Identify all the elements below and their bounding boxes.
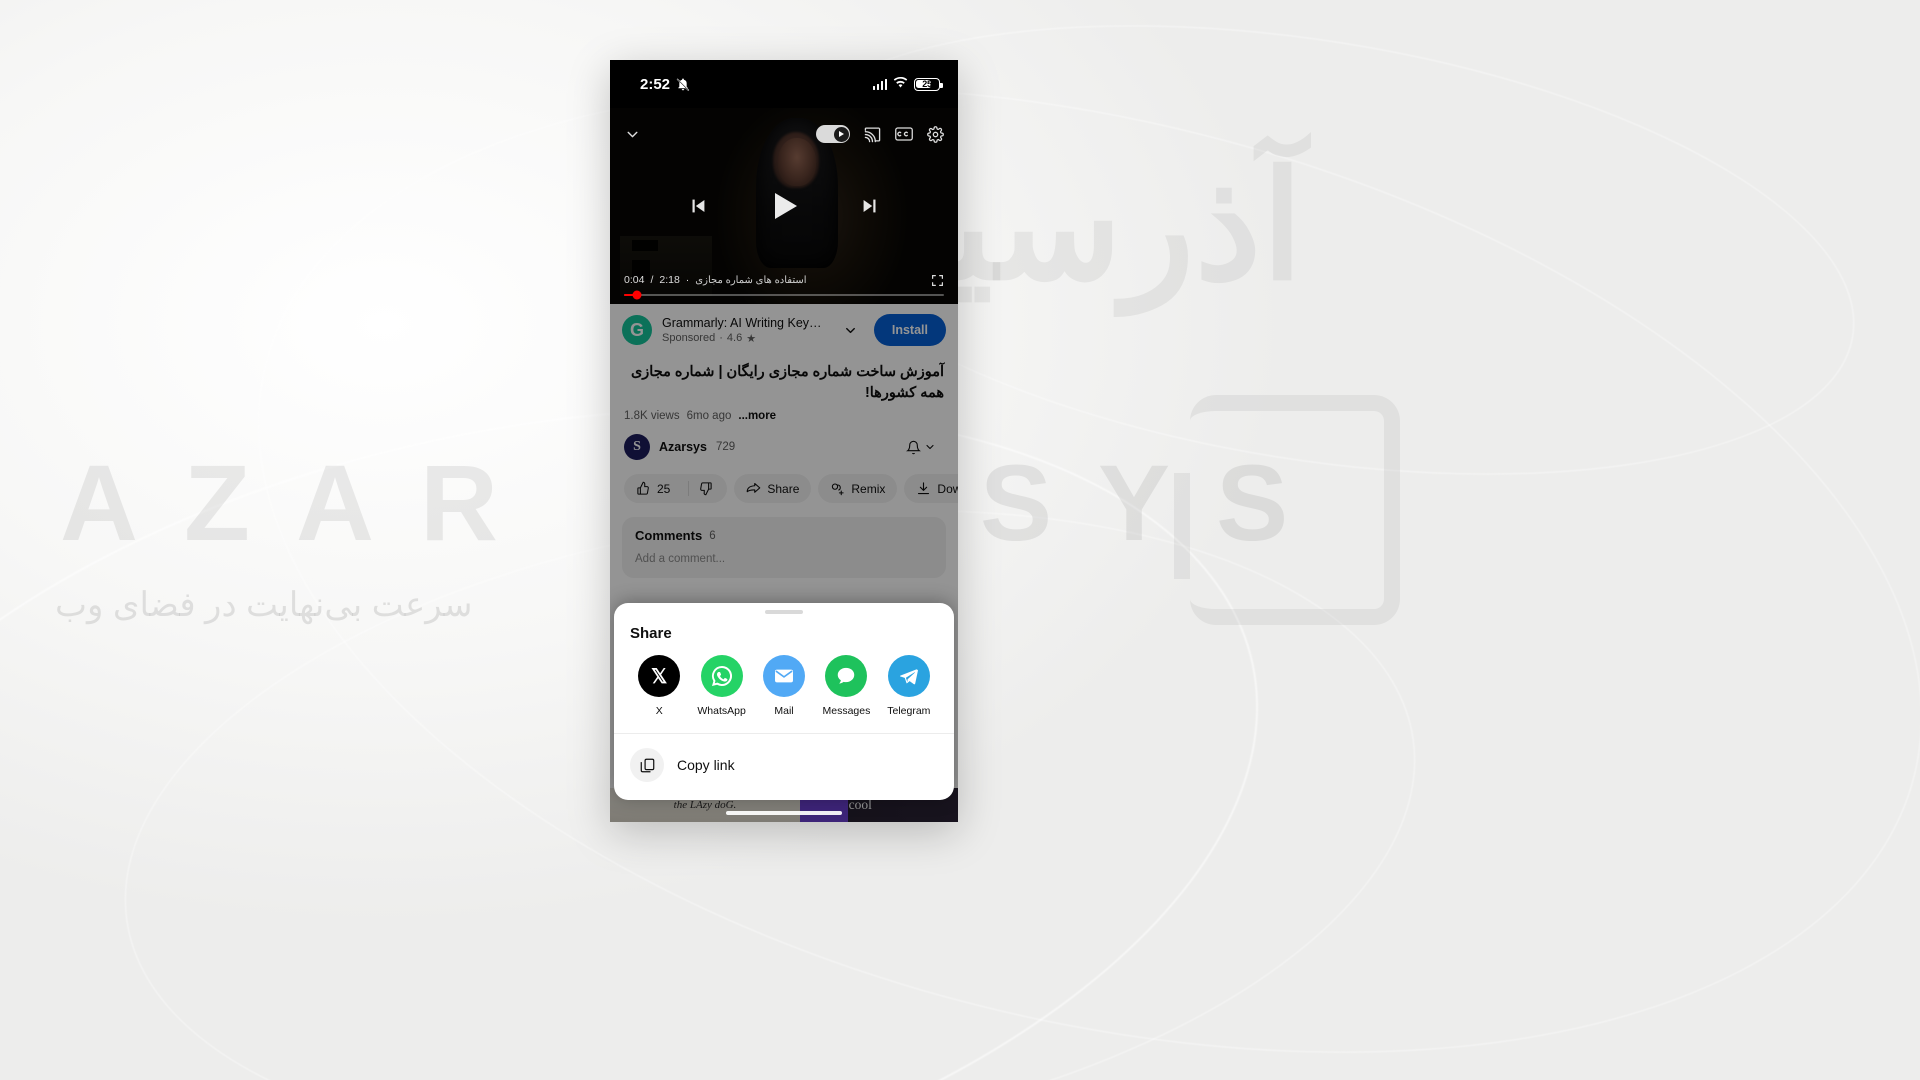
action-chip-row: 25 Share Remix Download [610, 460, 958, 504]
remix-label: Remix [851, 481, 886, 496]
closed-captions-icon[interactable] [895, 127, 913, 141]
copy-link-label: Copy link [677, 757, 735, 773]
comments-section[interactable]: Comments 6 Add a comment... [622, 517, 946, 579]
play-icon[interactable] [771, 193, 797, 219]
grammarly-logo-icon: G [622, 315, 652, 345]
chevron-down-icon[interactable] [624, 126, 641, 143]
wallpaper-logo-mark [1174, 395, 1400, 625]
share-target-label: Messages [822, 705, 871, 717]
star-icon: ★ [746, 332, 757, 345]
share-button[interactable]: Share [734, 474, 812, 504]
cast-icon[interactable] [864, 126, 881, 143]
video-progress-bar[interactable] [624, 290, 944, 300]
share-sheet[interactable]: Share 𝕏 X WhatsApp Mail Messages Telegra… [614, 603, 954, 800]
status-bar: 2:52 25 [610, 60, 958, 108]
whatsapp-icon [700, 655, 743, 697]
ad-title: Grammarly: AI Writing Keyboard [662, 315, 828, 330]
player-time-separator: / [650, 274, 654, 286]
gear-icon[interactable] [927, 125, 944, 143]
next-track-icon[interactable] [859, 195, 881, 217]
status-time: 2:52 [640, 75, 671, 93]
screenshot-root: آذرسیس AZAR SYS سرعت بی‌نهایت در فضای وب… [0, 0, 1920, 1080]
copy-icon [630, 748, 664, 782]
avatar: S [624, 434, 650, 461]
share-target-label: Telegram [887, 705, 931, 717]
upload-age: 6mo ago [686, 410, 732, 423]
channel-row[interactable]: S Azarsys 729 [610, 422, 958, 461]
more-link[interactable]: ...more [738, 410, 776, 422]
messages-icon [825, 655, 868, 697]
download-icon [918, 482, 930, 495]
notification-bell-button[interactable] [898, 435, 944, 460]
add-comment-input[interactable]: Add a comment... [635, 553, 933, 565]
subscriber-count: 729 [715, 441, 736, 454]
remix-button[interactable]: Remix [818, 474, 898, 504]
wifi-icon [893, 75, 908, 93]
share-target-label: Mail [774, 705, 794, 717]
share-app-row: 𝕏 X WhatsApp Mail Messages Telegram [614, 642, 954, 733]
share-target-label: X [655, 705, 663, 717]
telegram-icon [887, 655, 930, 697]
fullscreen-icon[interactable] [931, 274, 944, 287]
comments-title: Comments [635, 528, 703, 544]
sponsored-ad-banner[interactable]: G Grammarly: AI Writing Keyboard Sponsor… [610, 304, 958, 356]
download-label: Download [937, 481, 958, 496]
player-top-bar [610, 108, 958, 160]
video-player[interactable]: 0:04 / 2:18 · استفاده های شماره مجازی [610, 108, 958, 304]
player-center-controls [610, 193, 958, 219]
player-duration: 2:18 [659, 274, 680, 286]
channel-name[interactable]: Azarsys [659, 440, 707, 454]
chevron-down-icon[interactable] [838, 317, 864, 343]
phone-screenshot: 2:52 25 0:04 / 2:18 · استفاده های شماره … [610, 60, 958, 822]
share-target-mail[interactable]: Mail [753, 655, 815, 717]
battery-level: 25 [922, 79, 932, 89]
share-target-messages[interactable]: Messages [815, 655, 877, 717]
install-button[interactable]: Install [873, 314, 946, 346]
video-meta[interactable]: 1.8K views 6mo ago ...more [610, 404, 958, 422]
autoplay-toggle[interactable] [816, 125, 850, 143]
status-bar-right: 25 [872, 75, 943, 93]
dislike-button[interactable] [698, 481, 723, 496]
download-button[interactable]: Download [904, 474, 958, 504]
ad-dot: · [719, 332, 723, 344]
x-twitter-icon: 𝕏 [638, 655, 681, 697]
comments-count: 6 [709, 529, 716, 542]
wallpaper-tagline: سرعت بی‌نهایت در فضای وب [55, 586, 473, 624]
battery-indicator: 25 [914, 77, 943, 91]
bell-muted-icon [676, 77, 690, 92]
player-current-time: 0:04 [624, 274, 645, 286]
thumbs-down-icon [700, 482, 713, 496]
share-target-whatsapp[interactable]: WhatsApp [690, 655, 752, 717]
progress-knob[interactable] [632, 290, 642, 300]
video-title[interactable]: آموزش ساخت شماره مجازی رایگان | شماره مج… [610, 356, 958, 404]
share-label: Share [767, 481, 800, 496]
share-arrow-icon [747, 482, 761, 493]
previous-track-icon[interactable] [687, 195, 709, 217]
player-chapter-title: استفاده های شماره مجازی [695, 274, 807, 286]
ad-rating: 4.6 [726, 332, 743, 344]
bell-icon [906, 440, 921, 454]
cellular-signal-icon [872, 78, 887, 90]
share-target-telegram[interactable]: Telegram [878, 655, 940, 717]
ad-sponsored-label: Sponsored [662, 332, 716, 344]
wallpaper-brand-mid: AZAR [60, 442, 544, 563]
like-dislike-chip[interactable]: 25 [624, 474, 728, 504]
status-bar-left: 2:52 [640, 76, 690, 93]
view-count: 1.8K views [624, 410, 680, 423]
share-sheet-title: Share [630, 625, 672, 642]
player-bottom-bar: 0:04 / 2:18 · استفاده های شماره مجازی [610, 274, 958, 305]
share-target-label: WhatsApp [697, 705, 746, 717]
share-target-x[interactable]: 𝕏 X [628, 655, 690, 717]
like-count: 25 [657, 481, 671, 496]
player-chapter-dot: · [685, 274, 690, 286]
copy-link-row[interactable]: Copy link [614, 734, 954, 800]
remix-icon [832, 483, 845, 496]
like-button[interactable]: 25 [636, 481, 679, 496]
home-indicator[interactable] [726, 811, 842, 815]
chevron-down-icon [926, 444, 934, 450]
thumbs-up-icon [637, 481, 649, 495]
mail-icon [763, 655, 806, 697]
